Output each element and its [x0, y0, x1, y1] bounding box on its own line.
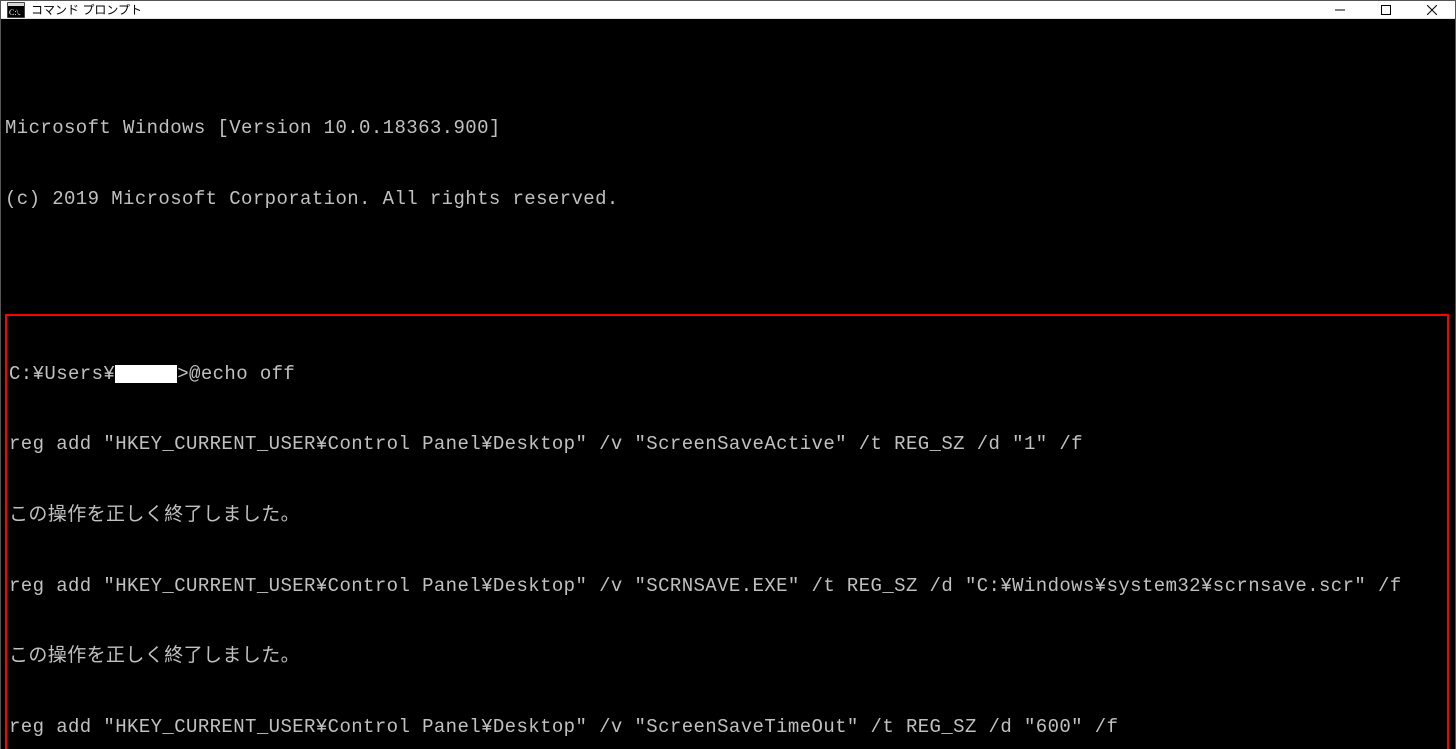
title-left: C:\. コマンド プロンプト [7, 1, 142, 18]
output-line: この操作を正しく終了しました。 [7, 645, 1447, 669]
prompt-line: C:¥Users¥ >@echo off [7, 363, 1447, 387]
window-controls [1317, 1, 1455, 18]
output-line: reg add "HKEY_CURRENT_USER¥Control Panel… [7, 433, 1447, 457]
console-area[interactable]: Microsoft Windows [Version 10.0.18363.90… [1, 19, 1455, 749]
copyright-line: (c) 2019 Microsoft Corporation. All righ… [5, 188, 1449, 212]
titlebar[interactable]: C:\. コマンド プロンプト [1, 1, 1455, 19]
output-line: reg add "HKEY_CURRENT_USER¥Control Panel… [7, 716, 1447, 740]
prompt-suffix: >@echo off [177, 363, 295, 387]
cmd-icon: C:\. [7, 2, 25, 18]
output-line: reg add "HKEY_CURRENT_USER¥Control Panel… [7, 575, 1447, 599]
minimize-button[interactable] [1317, 1, 1363, 18]
close-button[interactable] [1409, 1, 1455, 18]
output-line: この操作を正しく終了しました。 [7, 504, 1447, 528]
maximize-button[interactable] [1363, 1, 1409, 18]
window-title: コマンド プロンプト [31, 1, 142, 18]
console-header: Microsoft Windows [Version 10.0.18363.90… [5, 70, 1449, 258]
command-prompt-window: C:\. コマンド プロンプト Microsoft Windows [Versi… [0, 0, 1456, 749]
highlighted-output: C:¥Users¥ >@echo off reg add "HKEY_CURREN… [5, 314, 1449, 749]
version-line: Microsoft Windows [Version 10.0.18363.90… [5, 117, 1449, 141]
prompt-prefix: C:¥Users¥ [9, 363, 115, 387]
svg-text:C:\.: C:\. [9, 8, 21, 17]
redacted-username [115, 365, 177, 383]
